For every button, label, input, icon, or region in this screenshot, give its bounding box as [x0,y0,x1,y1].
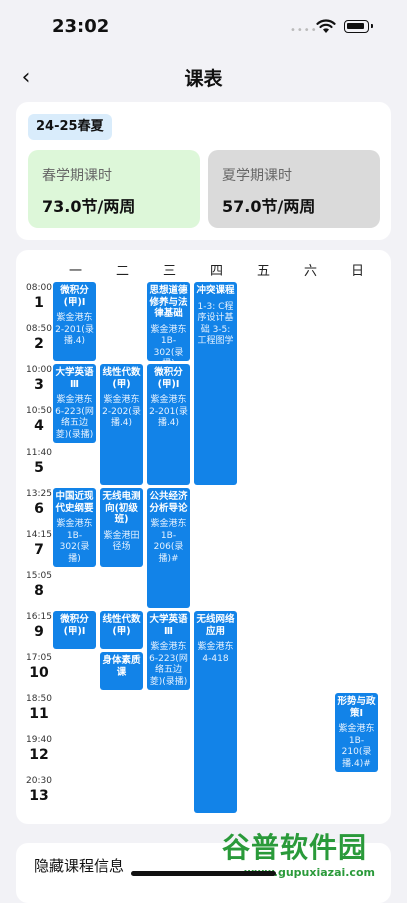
slot-time: 15:05 [26,571,52,581]
slot-time: 19:40 [26,735,52,745]
class-room: 紫金港东1B-302(录播) [150,324,187,362]
spring-hours: 73.0节/两周 [42,197,136,216]
summer-semester-box: 夏学期课时 57.0节/两周 [208,150,380,228]
class-room: 紫金港东2-201(录播.4) [149,395,188,428]
wifi-icon [316,19,336,33]
summer-label: 夏学期课时 [222,168,292,184]
slot-time: 10:00 [26,365,52,375]
class-block[interactable]: 思想道德修养与法律基础紫金港东1B-302(录播) [147,282,190,361]
slot-number: 8 [34,583,44,599]
class-name: 中国近现代史纲要 [55,491,94,514]
class-name: 微积分(甲)Ⅰ [60,614,89,637]
page-title: 课表 [184,68,223,90]
slot-number: 12 [29,747,49,763]
day-header-1: 一 [68,264,82,279]
slot-number: 3 [34,377,44,393]
slot-number: 13 [29,788,49,804]
class-name: 思想道德修养与法律基础 [149,285,188,319]
class-name: 微积分(甲)Ⅰ [60,285,89,308]
class-block[interactable]: 大学英语Ⅲ 紫金港东6-223(网络五边菱)(录播) [147,611,190,690]
slot-time: 13:25 [26,489,52,499]
slot-time: 11:40 [26,448,52,458]
class-name: 无线网络应用 [196,614,235,637]
class-block[interactable]: 大学英语Ⅲ 紫金港东6-223(网络五边菱)(录播) [53,364,96,443]
class-block[interactable]: 无线电测向(初级班) 紫金港田径场 [100,488,143,567]
nav-bar: ‹ 课表 [0,56,407,100]
spring-label: 春学期课时 [42,168,112,184]
term-badge[interactable]: 24-25春夏 [28,114,112,140]
day-header-4: 四 [209,264,223,279]
class-room: 1-3: C程序设计基础 3-5: 工程图学 [197,301,234,347]
class-block[interactable]: 微积分(甲)Ⅰ 紫金港东2-201(录播.4) [53,282,96,361]
class-room: 紫金港东1B-206(录播)# [150,519,187,564]
slot-time: 08:50 [26,324,52,334]
class-name: 大学英语Ⅲ [149,614,188,637]
class-name: 冲突课程 [196,285,235,296]
slot-time: 18:50 [26,694,52,704]
slot-time: 20:30 [26,776,52,786]
class-room: 紫金港东4-418 [197,642,234,664]
slot-number: 9 [34,624,44,640]
slot-time: 10:50 [26,406,52,416]
signal-icon: •••• [290,25,318,36]
status-time: 23:02 [52,16,110,37]
class-block[interactable]: 中国近现代史纲要紫金港东1B-302(录播) [53,488,96,567]
semester-summary-card: 24-25春夏 春学期课时 73.0节/两周 夏学期课时 57.0节/两周 [16,102,391,240]
slot-number: 10 [29,665,49,681]
day-header-3: 三 [162,264,176,279]
slot-time: 16:15 [26,612,52,622]
slot-number: 4 [34,418,44,434]
class-block[interactable]: 微积分(甲)Ⅰ 紫金港东2-201(录播.4) [147,364,190,485]
summer-hours: 57.0节/两周 [222,197,316,216]
class-block[interactable]: 微积分(甲)Ⅰ [53,611,96,649]
class-name: 形势与政策Ⅰ [337,696,376,719]
slot-time: 14:15 [26,530,52,540]
class-block[interactable]: 身体素质课 [100,652,143,690]
class-room: 紫金港东2-201(录播.4) [55,313,94,346]
class-block[interactable]: 冲突课程 1-3: C程序设计基础 3-5: 工程图学 [194,282,237,485]
hidden-course-title: 隐藏课程信息 [34,857,125,875]
class-name: 身体素质课 [102,655,141,678]
class-name: 大学英语Ⅲ [55,367,94,390]
class-name: 无线电测向(初级班) [102,491,141,525]
slot-number: 7 [34,542,44,558]
day-header-6: 六 [303,264,317,279]
class-room: 紫金港东6-223(网络五边菱)(录播) [149,642,188,687]
day-header-5: 五 [256,264,270,279]
slot-number: 11 [29,706,49,722]
slot-time: 08:00 [26,283,52,293]
slot-time: 17:05 [26,653,52,663]
class-block[interactable]: 线性代数(甲) 紫金港东2-202(录播.4) [100,364,143,485]
class-room: 紫金港田径场 [103,530,140,553]
class-block[interactable]: 无线网络应用 紫金港东4-418 [194,611,237,813]
slot-number: 1 [34,295,44,311]
class-room: 紫金港东6-223(网络五边菱)(录播) [55,395,94,440]
timetable-card: 一 二 三 四 五 六 日 08:00 1 08:50 2 10:00 3 10:50 4 11:40 5 13:… [16,250,391,824]
battery-icon [344,20,373,33]
class-room: 紫金港东2-202(录播.4) [102,395,141,428]
class-room: 紫金港东1B-210(录播.4)# [338,724,375,769]
slot-number: 6 [34,501,44,517]
spring-semester-box: 春学期课时 73.0节/两周 [28,150,200,228]
class-name: 微积分(甲)Ⅰ [154,367,183,390]
slot-number: 5 [34,460,44,476]
class-name: 线性代数(甲) [102,614,141,637]
class-room: 紫金港东1B-302(录播) [56,519,93,564]
day-header-2: 二 [115,264,129,279]
home-indicator [131,871,276,876]
slot-number: 2 [34,336,44,352]
day-header-7: 日 [350,264,364,279]
class-block[interactable]: 线性代数(甲) [100,611,143,649]
class-block[interactable]: 公共经济分析导论紫金港东1B-206(录播)# [147,488,190,608]
class-block[interactable]: 形势与政策Ⅰ 紫金港东1B-210(录播.4)# [335,693,378,772]
class-name: 公共经济分析导论 [149,491,188,514]
status-bar: 23:02 •••• [0,0,407,52]
watermark-text: 谷普软件园 [222,831,368,864]
class-name: 线性代数(甲) [102,367,141,390]
